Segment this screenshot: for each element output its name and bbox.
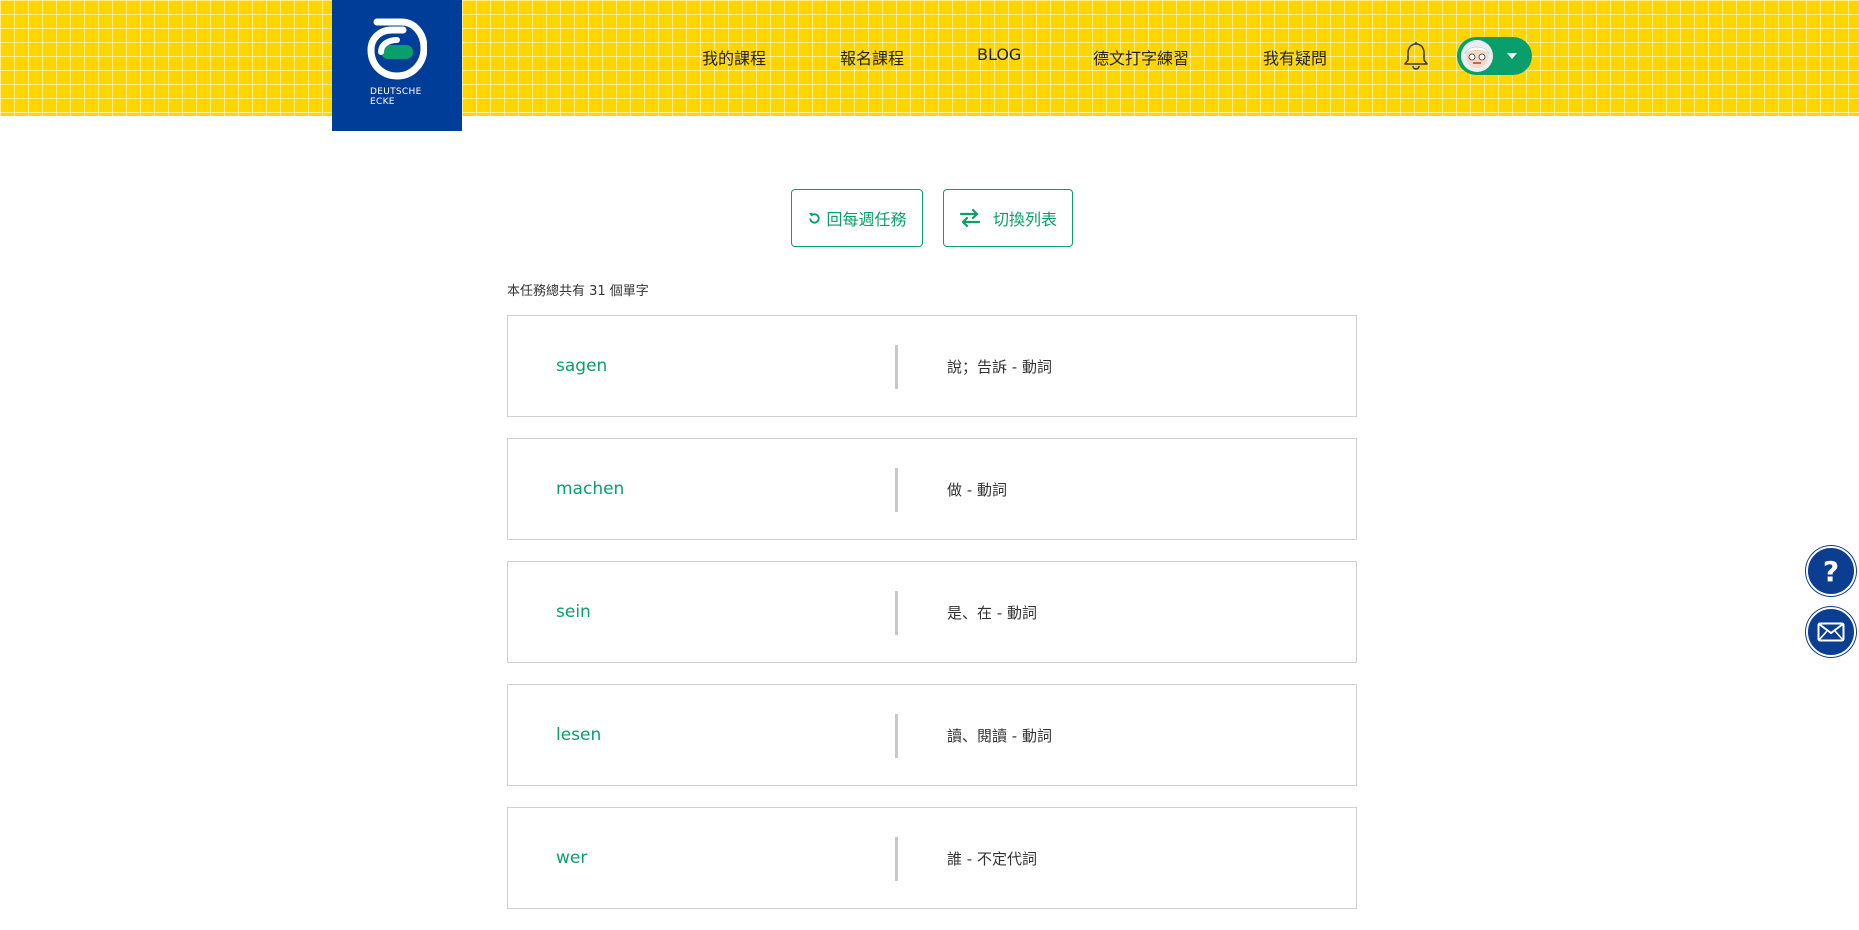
bell-icon[interactable]: [1403, 41, 1429, 75]
word-translation: 說；告訴 - 動詞: [947, 357, 1052, 376]
question-icon: ?: [1822, 554, 1840, 588]
divider: [895, 714, 898, 758]
word-card[interactable]: sein 是、在 - 動詞: [507, 561, 1357, 663]
back-to-weekly-tasks-button[interactable]: 回每週任務: [791, 189, 923, 247]
word-card[interactable]: machen 做 - 動詞: [507, 438, 1357, 540]
word-translation: 是、在 - 動詞: [947, 603, 1037, 622]
word-translation: 讀、閱讀 - 動詞: [947, 726, 1052, 745]
switch-button-label: 切換列表: [992, 210, 1057, 229]
avatar: [1461, 40, 1493, 72]
divider: [895, 468, 898, 512]
german-word: wer: [556, 848, 588, 868]
swap-arrows-icon: [959, 208, 981, 228]
nav-my-courses[interactable]: 我的課程: [702, 45, 766, 69]
word-card[interactable]: wer 誰 - 不定代詞: [507, 807, 1357, 909]
logo-line-2: ECKE: [370, 97, 395, 107]
switch-list-button[interactable]: 切換列表: [943, 189, 1073, 247]
word-translation: 誰 - 不定代詞: [947, 849, 1037, 868]
user-avatar-icon: [1464, 46, 1490, 68]
site-logo[interactable]: DEUTSCHE ECKE: [332, 0, 462, 131]
word-translation: 做 - 動詞: [947, 480, 1007, 499]
nav-questions[interactable]: 我有疑問: [1263, 45, 1327, 69]
contact-mail-button[interactable]: [1806, 607, 1856, 657]
back-button-label: 回每週任務: [826, 210, 907, 229]
mail-icon: [1817, 622, 1845, 642]
nav-blog[interactable]: BLOG: [977, 45, 1021, 64]
help-button[interactable]: ?: [1806, 546, 1856, 596]
logo-text: DEUTSCHE ECKE: [370, 87, 422, 107]
divider: [895, 345, 898, 389]
word-card[interactable]: lesen 讀、閱讀 - 動詞: [507, 684, 1357, 786]
word-card[interactable]: sagen 說；告訴 - 動詞: [507, 315, 1357, 417]
site-header: [0, 0, 1859, 116]
word-count-text: 本任務總共有 31 個單字: [507, 284, 649, 299]
german-word: machen: [556, 479, 625, 499]
nav-enroll-courses[interactable]: 報名課程: [840, 45, 904, 69]
german-word: sein: [556, 602, 591, 622]
word-list: sagen 說；告訴 - 動詞 machen 做 - 動詞 sein 是、在 -…: [507, 315, 1357, 930]
chevron-down-icon: [1507, 53, 1517, 59]
german-word: sagen: [556, 356, 608, 376]
divider: [895, 837, 898, 881]
german-word: lesen: [556, 725, 602, 745]
logo-mark-icon: [367, 18, 427, 80]
logo-line-1: DEUTSCHE: [370, 87, 422, 97]
divider: [895, 591, 898, 635]
nav-typing-practice[interactable]: 德文打字練習: [1093, 45, 1189, 69]
refresh-icon: [807, 211, 822, 226]
user-menu-button[interactable]: [1457, 37, 1532, 75]
